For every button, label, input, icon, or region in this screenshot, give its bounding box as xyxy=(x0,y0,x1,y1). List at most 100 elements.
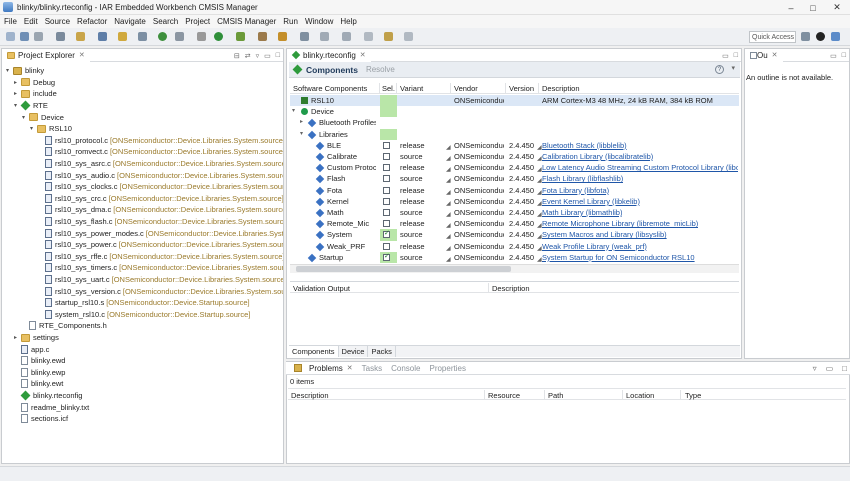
variant-dropdown-icon[interactable]: ◢ xyxy=(446,177,451,184)
component-row[interactable]: ▾ Libraries xyxy=(290,128,739,140)
cpp-perspective-icon[interactable] xyxy=(831,32,840,41)
maximize-view-icon[interactable]: □ xyxy=(734,52,738,59)
col-description[interactable]: Description xyxy=(291,391,329,400)
new-icon[interactable] xyxy=(6,32,15,41)
component-description-link[interactable]: System Macros and Library (libsyslib) xyxy=(542,230,667,239)
view-menu-icon[interactable]: ▿ xyxy=(813,364,817,373)
col-path[interactable]: Path xyxy=(548,391,563,400)
menu-project[interactable]: Project xyxy=(185,17,210,26)
component-variant[interactable]: source xyxy=(400,152,423,161)
skip-icon[interactable] xyxy=(197,32,206,41)
tree-item[interactable]: readme_blinky.txt xyxy=(14,401,89,413)
col-version[interactable]: Version xyxy=(509,84,534,93)
component-row[interactable]: Startupsource◢ONSemiconduc2.4.450◢System… xyxy=(290,251,739,263)
forward-icon[interactable] xyxy=(404,32,413,41)
tree-item[interactable]: rsl10_sys_timers.c [ONSemiconductor::Devi… xyxy=(38,262,283,274)
annotation-next-icon[interactable] xyxy=(320,32,329,41)
debug-icon[interactable] xyxy=(158,32,167,41)
tree-item[interactable]: ▾ RTE xyxy=(14,100,48,112)
tree-item[interactable]: rsl10_sys_uart.c [ONSemiconductor::Device… xyxy=(38,274,283,286)
cpu-icon[interactable] xyxy=(175,32,184,41)
component-row[interactable]: ▾ Device xyxy=(290,106,739,118)
component-row[interactable]: BLE release ◢ ONSemiconduc 2.4.450 ◢ Bluetooth… xyxy=(290,140,739,151)
tree-item[interactable]: ▾ blinky xyxy=(6,65,44,77)
col-vendor[interactable]: Vendor xyxy=(454,84,478,93)
component-checkbox[interactable] xyxy=(383,186,390,194)
tree-item[interactable]: rsl10_sys_asrc.c [ONSemiconductor::Device… xyxy=(38,158,283,170)
component-description-link[interactable]: Remote Microphone Library (libremote_mic… xyxy=(542,219,698,228)
component-checkbox[interactable] xyxy=(383,164,390,172)
menu-file[interactable]: File xyxy=(4,17,17,26)
collapsed-twisty-icon[interactable]: ▸ xyxy=(300,118,303,125)
tree-item[interactable]: blinky.ewd xyxy=(14,355,65,367)
component-variant[interactable]: release xyxy=(400,219,425,228)
tree-item[interactable]: blinky.ewp xyxy=(14,367,65,379)
maximize-view-icon[interactable]: □ xyxy=(842,364,847,373)
minimize-view-icon[interactable]: ▭ xyxy=(826,364,834,373)
close-icon[interactable]: ✕ xyxy=(347,364,353,372)
component-variant[interactable]: source xyxy=(400,208,423,217)
save-all-icon[interactable] xyxy=(34,32,43,41)
component-row[interactable]: Flash source ◢ ONSemiconduc 2.4.450 ◢ Flash Li… xyxy=(290,173,739,184)
tree-item[interactable]: startup_rsl10.s [ONSemiconductor::Device.… xyxy=(38,297,250,309)
build-icon[interactable] xyxy=(76,32,85,41)
tree-item[interactable]: rsl10_sys_power.c [ONSemiconductor::Devic… xyxy=(38,239,283,251)
tree-item[interactable]: RTE_Components.h xyxy=(22,320,107,332)
menu-search[interactable]: Search xyxy=(153,17,178,26)
component-row[interactable]: Remote_Mic release ◢ ONSemiconduc 2.4.450 ◢ Re… xyxy=(290,218,739,229)
tree-item[interactable]: ▸ settings xyxy=(14,332,59,344)
close-icon[interactable]: ✕ xyxy=(79,51,85,59)
variant-dropdown-icon[interactable]: ◢ xyxy=(446,222,451,229)
run-icon[interactable] xyxy=(214,32,223,41)
expanded-twisty-icon[interactable]: ▾ xyxy=(30,125,37,132)
component-variant[interactable]: source xyxy=(400,174,423,183)
component-checkbox[interactable] xyxy=(383,252,390,261)
view-menu-icon[interactable]: ▿ xyxy=(256,52,260,60)
component-description-link[interactable]: Flash Library (libflashlib) xyxy=(542,174,623,183)
component-variant[interactable]: release xyxy=(400,186,425,195)
variant-dropdown-icon[interactable]: ◢ xyxy=(446,256,451,263)
tree-item[interactable]: app.c xyxy=(14,343,49,355)
col-location[interactable]: Location xyxy=(626,391,654,400)
col-validation-description[interactable]: Description xyxy=(492,284,530,293)
external-tools-icon[interactable] xyxy=(236,32,245,41)
tree-item[interactable]: rsl10_romvect.c [ONSemiconductor::Device.… xyxy=(38,146,283,158)
expanded-twisty-icon[interactable]: ▾ xyxy=(292,107,295,114)
close-icon[interactable]: ✕ xyxy=(772,51,778,59)
version-dropdown-icon[interactable]: ◢ xyxy=(537,200,542,207)
open-task-icon[interactable] xyxy=(278,32,287,41)
component-row[interactable]: Math source ◢ ONSemiconduc 2.4.450 ◢ Math Libr… xyxy=(290,207,739,218)
tree-item[interactable]: rsl10_sys_crc.c [ONSemiconductor::Device.… xyxy=(38,193,283,205)
tree-item[interactable]: ▸ Debug xyxy=(14,77,55,89)
expanded-twisty-icon[interactable]: ▾ xyxy=(6,67,13,74)
component-variant[interactable]: release xyxy=(400,141,425,150)
quick-access-input[interactable]: Quick Access xyxy=(749,31,796,43)
cmsis-perspective-icon[interactable] xyxy=(816,32,825,41)
collapsed-twisty-icon[interactable]: ▸ xyxy=(14,334,21,341)
component-checkbox[interactable] xyxy=(383,175,390,183)
tree-item[interactable]: rsl10_protocol.c [ONSemiconductor::Device… xyxy=(38,135,283,147)
folder-icon[interactable] xyxy=(118,32,127,41)
tab-console[interactable]: Console xyxy=(391,364,420,373)
save-icon[interactable] xyxy=(20,32,29,41)
component-variant[interactable]: source xyxy=(400,230,423,239)
menu-refactor[interactable]: Refactor xyxy=(77,17,107,26)
search-icon[interactable] xyxy=(300,32,309,41)
tree-item[interactable]: blinky.rteconfig xyxy=(14,390,82,402)
version-dropdown-icon[interactable]: ◢ xyxy=(537,189,542,196)
print-icon[interactable] xyxy=(56,32,65,41)
last-edit-icon[interactable] xyxy=(364,32,373,41)
open-perspective-icon[interactable] xyxy=(801,32,810,41)
collapsed-twisty-icon[interactable]: ▸ xyxy=(14,90,21,97)
col-description[interactable]: Description xyxy=(542,84,580,93)
version-dropdown-icon[interactable]: ◢ xyxy=(537,211,542,218)
component-description-link[interactable]: Weak Profile Library (weak_prf) xyxy=(542,242,647,251)
component-row[interactable]: Fota release ◢ ONSemiconduc 2.4.450 ◢ Fota Lib… xyxy=(290,185,739,196)
component-row[interactable]: Weak_PRF release ◢ ONSemiconduc 2.4.450 ◢ Weak… xyxy=(290,241,739,252)
col-resource[interactable]: Resource xyxy=(488,391,520,400)
minimize-button[interactable]: – xyxy=(780,0,802,15)
component-description-link[interactable]: Bluetooth Stack (libblelib) xyxy=(542,141,627,150)
col-sel[interactable]: Sel. xyxy=(382,84,395,93)
col-software-components[interactable]: Software Components xyxy=(293,84,367,93)
version-dropdown-icon[interactable]: ◢ xyxy=(537,144,542,151)
